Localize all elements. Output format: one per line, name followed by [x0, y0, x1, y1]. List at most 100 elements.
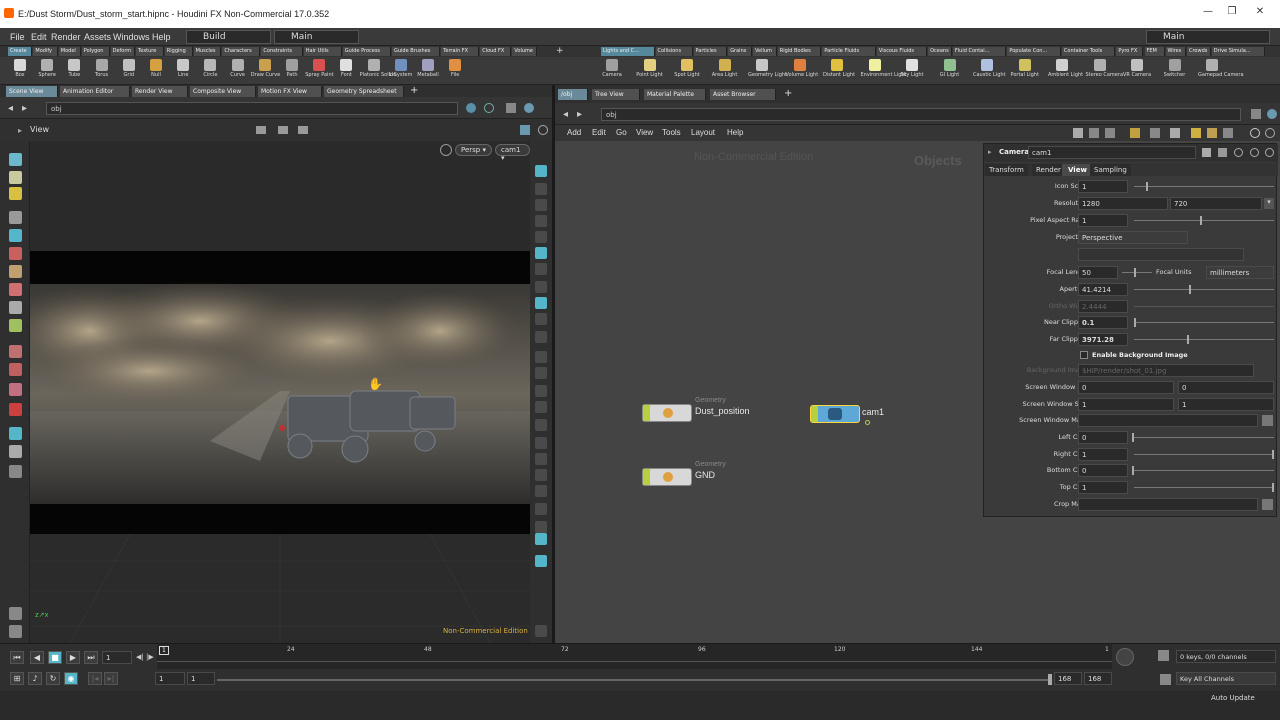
- top-crop-slider[interactable]: [1134, 487, 1274, 488]
- square-icon[interactable]: [535, 503, 547, 515]
- shelf-tab[interactable]: Muscles: [193, 47, 222, 56]
- tab-transform[interactable]: Transform: [985, 164, 1028, 176]
- stop-button[interactable]: ■: [48, 651, 62, 664]
- resolution-x-field[interactable]: 1280: [1078, 197, 1168, 210]
- projection-dropdown[interactable]: Perspective: [1078, 231, 1188, 244]
- shelf-tab[interactable]: Wires: [1165, 47, 1186, 56]
- range-start-field[interactable]: 1: [155, 672, 185, 685]
- snap-icon[interactable]: [535, 485, 547, 497]
- pointer-tool-icon[interactable]: [9, 211, 22, 224]
- shelf-tool-spot-light[interactable]: Spot Light: [673, 58, 701, 78]
- current-frame-field[interactable]: 1: [102, 651, 132, 664]
- shelf-tool-draw-curve[interactable]: Draw Curve: [251, 58, 280, 78]
- add-pane-tab-icon[interactable]: +: [410, 85, 418, 96]
- shelf-tab[interactable]: Guide Process: [342, 47, 391, 56]
- shelf-tab[interactable]: Constraints: [261, 47, 303, 56]
- info-icon[interactable]: [1265, 128, 1275, 138]
- shelf-tool-l-system[interactable]: L-System: [387, 58, 415, 78]
- screen-window-size-y-field[interactable]: 1: [1178, 398, 1274, 411]
- menu-windows[interactable]: Windows: [113, 32, 150, 42]
- rig-tool-icon[interactable]: [9, 363, 22, 376]
- display-flags-icon[interactable]: [520, 125, 530, 135]
- render-region-icon[interactable]: [9, 465, 22, 478]
- camera-menu[interactable]: cam1 ▾: [495, 144, 530, 162]
- menu-help[interactable]: Help: [727, 128, 743, 137]
- keys-icon[interactable]: [1158, 650, 1169, 661]
- shelf-tool-torus[interactable]: Torus: [88, 58, 116, 78]
- shelf-tab[interactable]: Pyro FX: [1116, 47, 1144, 56]
- far-clip-slider[interactable]: [1134, 339, 1274, 340]
- minimize-button[interactable]: —: [1198, 6, 1218, 20]
- help-icon[interactable]: [524, 103, 534, 113]
- icon-scale-field[interactable]: 1: [1078, 180, 1128, 193]
- snap-icon[interactable]: [256, 126, 266, 134]
- pixel-aspect-knob[interactable]: [1200, 216, 1202, 225]
- shelf-tab[interactable]: Model: [58, 47, 81, 56]
- tree-view-icon[interactable]: [1170, 128, 1180, 138]
- shelf-tool-portal-light[interactable]: Portal Light: [1011, 58, 1039, 78]
- render-icon[interactable]: [535, 533, 547, 545]
- forward-arrow-icon[interactable]: ▸: [577, 109, 582, 120]
- ghost-icon[interactable]: [535, 247, 547, 259]
- shelf-tab[interactable]: Terrain FX: [441, 47, 480, 56]
- bottom-crop-field[interactable]: 0: [1078, 464, 1128, 477]
- move-tool-icon[interactable]: [9, 171, 22, 184]
- shelf-tab[interactable]: Grains: [728, 47, 752, 56]
- link-icon[interactable]: [484, 103, 494, 113]
- menu-edit[interactable]: Edit: [31, 32, 47, 42]
- bone-tool-icon[interactable]: [9, 301, 22, 314]
- shelf-tab[interactable]: Container Tools: [1061, 47, 1116, 56]
- collapse-icon[interactable]: ▸: [988, 148, 992, 156]
- focal-length-field[interactable]: 50: [1078, 266, 1118, 279]
- shelf-tool-switcher[interactable]: Switcher: [1161, 58, 1189, 78]
- pane-tab[interactable]: Motion FX View: [258, 86, 322, 97]
- bulb-off-icon[interactable]: [535, 281, 547, 293]
- display-shaded-icon[interactable]: [535, 165, 547, 177]
- shelf-tool-sky-light[interactable]: Sky Light: [898, 58, 926, 78]
- shelf-tab[interactable]: Texture: [136, 47, 164, 56]
- pane-tab[interactable]: Geometry Spreadsheet: [324, 86, 404, 97]
- viewport-help-icon[interactable]: [538, 125, 548, 135]
- shelf-tool-circle[interactable]: Circle: [196, 58, 224, 78]
- shelf-tool-grid[interactable]: Grid: [115, 58, 143, 78]
- node-cam1[interactable]: [810, 405, 860, 423]
- timeline-track[interactable]: 1 24 48 72 96 120 144 1: [157, 644, 1112, 670]
- grid-view-icon[interactable]: [1150, 128, 1160, 138]
- hscript-icon[interactable]: [1218, 148, 1227, 157]
- color-icon[interactable]: [1191, 128, 1201, 138]
- menu-render[interactable]: Render: [51, 32, 81, 42]
- shelf-tab[interactable]: Particles: [693, 47, 728, 56]
- menu-file[interactable]: File: [10, 32, 25, 42]
- wrench-icon[interactable]: [1073, 128, 1083, 138]
- magnet-tool-icon[interactable]: [9, 403, 22, 416]
- pane-tab[interactable]: /obj: [558, 89, 588, 100]
- shelf-tool-volume-light[interactable]: Volume Light: [786, 58, 818, 78]
- pixel-aspect-slider[interactable]: [1134, 220, 1274, 221]
- network-path-field[interactable]: obj: [601, 108, 1241, 121]
- display-flag[interactable]: [643, 405, 650, 421]
- step-back-icon[interactable]: ◀|: [136, 653, 144, 661]
- shelf-tool-gamepad-camera[interactable]: Gamepad Camera: [1198, 58, 1244, 78]
- shelf-tool-spray-paint[interactable]: Spray Paint: [305, 58, 334, 78]
- shelf-tool-gi-light[interactable]: GI Light: [936, 58, 964, 78]
- shelf-tab[interactable]: Cloud FX: [480, 47, 512, 56]
- top-crop-knob[interactable]: [1272, 483, 1274, 492]
- screen-window-x-field[interactable]: 0: [1078, 381, 1174, 394]
- menu-help[interactable]: Help: [152, 32, 171, 42]
- aperture-slider[interactable]: [1134, 289, 1274, 290]
- close-button[interactable]: ✕: [1250, 6, 1270, 20]
- shelf-tool-tube[interactable]: Tube: [60, 58, 88, 78]
- loop-icon[interactable]: ↻: [46, 672, 60, 685]
- shelf-tab[interactable]: Lights and C...: [601, 47, 655, 56]
- shelf-tool-geometry-light[interactable]: Geometry Light: [748, 58, 787, 78]
- pixel-aspect-field[interactable]: 1: [1078, 214, 1128, 227]
- handle-icon[interactable]: [278, 126, 288, 134]
- bottom-crop-slider[interactable]: [1134, 470, 1274, 471]
- menu-go[interactable]: Go: [616, 128, 627, 137]
- key-all-icon[interactable]: [1160, 674, 1171, 685]
- near-clip-slider[interactable]: [1134, 322, 1274, 323]
- viewport-path-field[interactable]: obj: [46, 102, 458, 115]
- rotate-icon[interactable]: [298, 126, 308, 134]
- shelf-tab[interactable]: Oceans: [928, 47, 952, 56]
- text-icon[interactable]: [535, 521, 547, 533]
